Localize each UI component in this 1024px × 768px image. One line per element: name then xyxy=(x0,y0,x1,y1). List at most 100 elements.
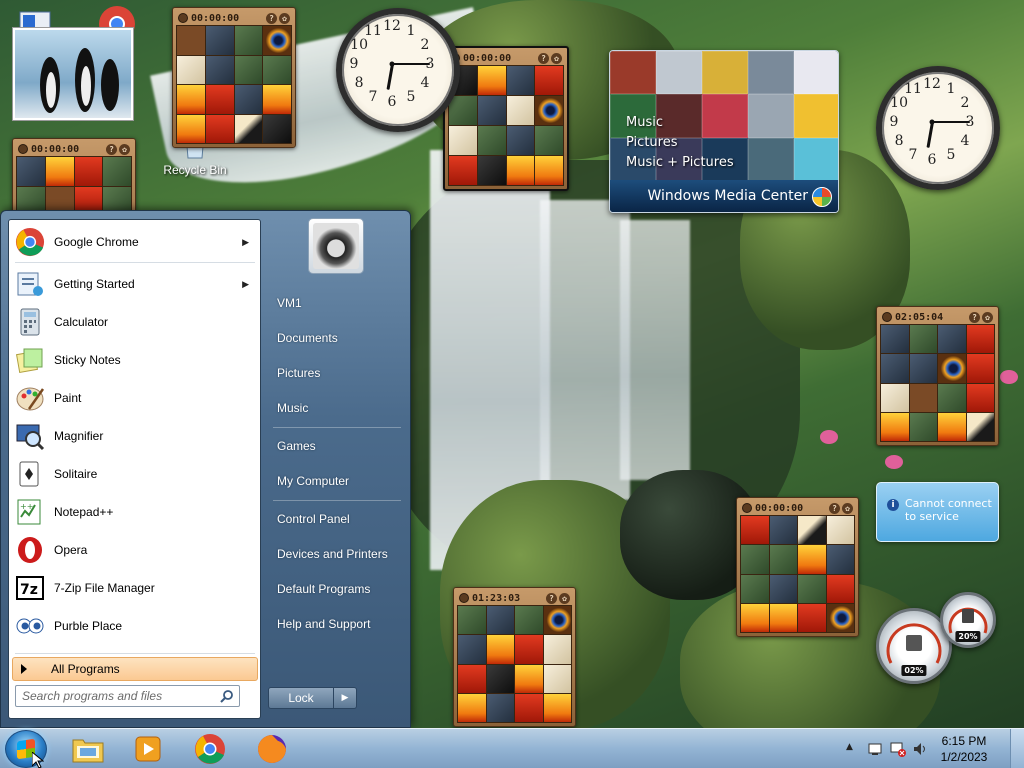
puzzle-tile[interactable] xyxy=(741,516,769,545)
puzzle-tile[interactable] xyxy=(205,26,234,55)
program-getting-started[interactable]: Getting Started ▶ xyxy=(11,266,259,302)
volume-icon[interactable] xyxy=(912,741,928,757)
start-item-games[interactable]: Games xyxy=(277,439,316,453)
service-status-gadget[interactable]: i Cannot connect to service xyxy=(876,482,999,542)
taskbar-firefox[interactable] xyxy=(244,731,300,767)
puzzle-tile[interactable] xyxy=(881,354,909,383)
puzzle-tile[interactable] xyxy=(535,156,563,185)
start-item-vm1[interactable]: VM1 xyxy=(277,296,302,310)
puzzle-tile[interactable] xyxy=(515,664,543,693)
taskbar-chrome[interactable] xyxy=(182,731,238,767)
puzzle-tile[interactable] xyxy=(45,157,74,186)
puzzle-tile[interactable] xyxy=(798,545,826,574)
start-item-documents[interactable]: Documents xyxy=(277,331,338,345)
puzzle-tile[interactable] xyxy=(769,545,797,574)
puzzle-pieces-icon[interactable]: ✿ xyxy=(982,311,993,323)
puzzle-tile[interactable] xyxy=(826,545,854,574)
clock-gadget[interactable]: 12 1 2 3 4 5 6 7 8 9 10 11 xyxy=(336,8,460,132)
puzzle-tile[interactable] xyxy=(506,66,535,95)
puzzle-tile[interactable] xyxy=(477,66,506,95)
puzzle-pause-icon[interactable] xyxy=(459,593,469,603)
puzzle-tile[interactable] xyxy=(506,126,535,155)
all-programs-button[interactable]: All Programs xyxy=(12,657,258,681)
start-item-devices-printers[interactable]: Devices and Printers xyxy=(277,547,388,561)
puzzle-tile[interactable] xyxy=(769,516,797,545)
show-hidden-icons-icon[interactable]: ▲ xyxy=(846,742,853,752)
puzzle-tile[interactable] xyxy=(543,664,571,693)
puzzle-tile[interactable] xyxy=(449,156,477,185)
puzzle-pieces-icon[interactable]: ✿ xyxy=(842,502,853,514)
submenu-arrow-icon[interactable]: ▶ xyxy=(242,279,249,290)
program-calculator[interactable]: Calculator xyxy=(11,304,259,340)
puzzle-tile[interactable] xyxy=(938,354,966,383)
start-item-default-programs[interactable]: Default Programs xyxy=(277,582,370,596)
puzzle-pause-icon[interactable] xyxy=(882,312,892,322)
puzzle-tile[interactable] xyxy=(826,603,854,632)
puzzle-gadget[interactable]: 00:00:00? ✿ xyxy=(736,497,859,637)
puzzle-help-icon[interactable]: ? xyxy=(538,52,549,64)
puzzle-tile[interactable] xyxy=(458,635,486,664)
puzzle-tile[interactable] xyxy=(535,126,563,155)
puzzle-tile[interactable] xyxy=(826,574,854,603)
puzzle-pieces-icon[interactable]: ✿ xyxy=(119,143,130,155)
penguins-photo-gadget[interactable] xyxy=(12,27,134,121)
puzzle-tile[interactable] xyxy=(263,85,291,114)
puzzle-help-icon[interactable]: ? xyxy=(829,502,840,514)
puzzle-tile[interactable] xyxy=(234,114,263,143)
start-item-music[interactable]: Music xyxy=(277,401,308,415)
puzzle-tile[interactable] xyxy=(798,516,826,545)
puzzle-tile[interactable] xyxy=(741,545,769,574)
puzzle-tile[interactable] xyxy=(263,26,291,55)
taskbar-explorer[interactable] xyxy=(60,731,116,767)
puzzle-tile[interactable] xyxy=(205,85,234,114)
puzzle-tile[interactable] xyxy=(515,693,543,722)
puzzle-tile[interactable] xyxy=(909,412,937,441)
puzzle-tile[interactable] xyxy=(506,96,535,125)
puzzle-pieces-icon[interactable]: ✿ xyxy=(279,12,290,24)
puzzle-tile[interactable] xyxy=(477,156,506,185)
puzzle-tile[interactable] xyxy=(263,55,291,84)
puzzle-pause-icon[interactable] xyxy=(742,503,752,513)
puzzle-tile[interactable] xyxy=(535,66,563,95)
puzzle-tile[interactable] xyxy=(17,157,45,186)
program-magnifier[interactable]: Magnifier xyxy=(11,418,259,454)
puzzle-tile[interactable] xyxy=(769,603,797,632)
puzzle-tile[interactable] xyxy=(458,606,486,635)
taskbar-clock[interactable]: 6:15 PM 1/2/2023 xyxy=(932,733,996,765)
puzzle-gadget[interactable]: 00:00:00? ✿ xyxy=(443,46,569,191)
puzzle-pause-icon[interactable] xyxy=(178,13,188,23)
puzzle-tile[interactable] xyxy=(177,114,205,143)
puzzle-tile[interactable] xyxy=(826,516,854,545)
puzzle-tile[interactable] xyxy=(486,635,514,664)
puzzle-tile[interactable] xyxy=(458,693,486,722)
puzzle-tile[interactable] xyxy=(449,96,477,125)
start-item-control-panel[interactable]: Control Panel xyxy=(277,512,350,526)
puzzle-tile[interactable] xyxy=(741,574,769,603)
puzzle-tile[interactable] xyxy=(881,383,909,412)
start-item-pictures[interactable]: Pictures xyxy=(277,366,320,380)
puzzle-tile[interactable] xyxy=(263,114,291,143)
program-solitaire[interactable]: Solitaire xyxy=(11,456,259,492)
puzzle-tile[interactable] xyxy=(909,383,937,412)
puzzle-tile[interactable] xyxy=(486,664,514,693)
network-error-icon[interactable] xyxy=(890,741,906,757)
puzzle-tile[interactable] xyxy=(741,603,769,632)
puzzle-tile[interactable] xyxy=(74,157,103,186)
program-purble-place[interactable]: Purble Place xyxy=(11,608,259,644)
program-sticky-notes[interactable]: Sticky Notes xyxy=(11,342,259,378)
program-chrome[interactable]: Google Chrome ▶ xyxy=(11,224,259,260)
puzzle-help-icon[interactable]: ? xyxy=(266,12,277,24)
puzzle-tile[interactable] xyxy=(486,606,514,635)
puzzle-tile[interactable] xyxy=(103,157,131,186)
puzzle-tile[interactable] xyxy=(234,85,263,114)
puzzle-tile[interactable] xyxy=(881,412,909,441)
puzzle-tile[interactable] xyxy=(543,693,571,722)
wmc-music[interactable]: Music xyxy=(626,113,734,133)
puzzle-tile[interactable] xyxy=(234,55,263,84)
puzzle-pause-icon[interactable] xyxy=(18,144,28,154)
puzzle-pieces-icon[interactable]: ✿ xyxy=(551,52,562,64)
puzzle-tile[interactable] xyxy=(798,603,826,632)
puzzle-tile[interactable] xyxy=(543,606,571,635)
puzzle-tile[interactable] xyxy=(909,325,937,354)
puzzle-tile[interactable] xyxy=(477,126,506,155)
